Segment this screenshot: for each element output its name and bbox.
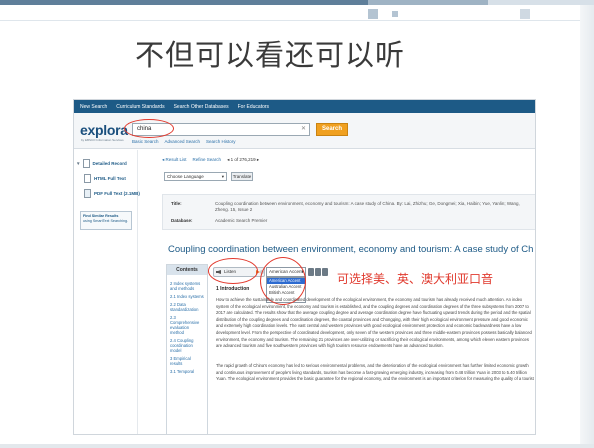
document-icon [82, 159, 90, 168]
translate-button[interactable]: Translate [231, 172, 253, 181]
detailed-record-label: Detailed Record [92, 161, 127, 166]
search-links: Basic Search Advanced Search Search Hist… [132, 139, 236, 144]
language-select[interactable]: Choose Language ▾ [164, 172, 227, 181]
slide-top-bar-mid [368, 0, 488, 5]
highlight-ellipse-listen [208, 258, 258, 284]
refine-search-link[interactable]: Refine Search [193, 157, 222, 163]
highlight-ellipse-search [124, 119, 174, 138]
database-label: Database: [171, 218, 193, 223]
pdf-icon [84, 189, 91, 198]
toc-item[interactable]: 2 Index systems and methods [167, 281, 207, 291]
pdf-full-text-label: PDF Full Text (2.1MB) [94, 191, 140, 196]
left-column: ▾ Detailed Record HTML Full Text PDF Ful… [74, 150, 140, 434]
nav-new-search[interactable]: New Search [80, 104, 107, 110]
download-icon[interactable] [315, 268, 321, 276]
toc-item[interactable]: 3.1 Temporal [167, 369, 207, 374]
intro-heading: 1 Introduction [216, 286, 250, 292]
toc-item[interactable]: 2.3 Comprehensive evaluation method [167, 315, 207, 335]
title-label: Title: [171, 201, 182, 206]
html-full-text-link[interactable]: HTML Full Text [84, 174, 126, 183]
body-paragraph-2: The rapid growth of China's economy has … [216, 363, 534, 384]
contents-panel: Contents 2 Index systems and methods 2.1… [166, 264, 208, 434]
slide-deco-square [392, 11, 398, 17]
result-list-link[interactable]: ◂ Result List [162, 157, 187, 163]
toc-item[interactable]: 2.2 Data standardization [167, 302, 207, 312]
audio-controls [308, 268, 328, 276]
explora-screenshot: New Search Curriculum Standards Search O… [73, 99, 536, 435]
result-list-label: Result List [165, 157, 187, 162]
result-count-label: 1 of 276,219 [230, 157, 256, 162]
body-paragraph-1: How to achieve the sustainable and coord… [216, 297, 532, 349]
database-value: Academic Search Premier [215, 218, 268, 223]
nav-search-other-databases[interactable]: Search Other Databases [174, 104, 229, 110]
title-value: Coupling coordination between environmen… [215, 201, 520, 212]
document-title: Coupling coordination between environmen… [168, 244, 534, 255]
search-history-link[interactable]: Search History [206, 139, 236, 144]
detailed-record-link[interactable]: ▾ Detailed Record [77, 159, 127, 168]
nav-for-educators[interactable]: For Educators [238, 104, 269, 110]
clear-icon[interactable]: ✕ [301, 124, 306, 135]
language-select-value: Choose Language [167, 174, 204, 179]
explora-logo[interactable]: explora [80, 122, 128, 138]
toc-item[interactable]: 3 Empirical results [167, 356, 207, 366]
slide-deco-square [368, 9, 378, 19]
nav-curriculum-standards[interactable]: Curriculum Standards [116, 104, 164, 110]
slide-deco-square [520, 9, 530, 19]
advanced-search-link[interactable]: Advanced Search [165, 139, 201, 144]
help-icon[interactable] [322, 268, 328, 276]
slide-deco-line [0, 20, 594, 21]
record-metadata: Title: Coupling coordination between env… [162, 194, 535, 230]
html-document-icon [84, 174, 91, 183]
chevron-down-icon: ▾ [77, 160, 80, 167]
slide-top-bar-dark [0, 0, 368, 5]
translate-row: Choose Language ▾ Translate [164, 172, 253, 181]
top-nav: New Search Curriculum Standards Search O… [74, 100, 535, 113]
slide-top-bar-light [488, 0, 594, 5]
contents-heading: Contents [167, 265, 207, 275]
slide-title: 不但可以看还可以听 [134, 38, 405, 72]
pdf-full-text-link[interactable]: PDF Full Text (2.1MB) [84, 189, 140, 198]
slide-bottom-bar [0, 444, 594, 448]
result-counter: ◂ 1 of 276,219 ▸ [227, 157, 260, 162]
chevron-down-icon: ▾ [221, 174, 224, 179]
search-button[interactable]: Search [316, 123, 348, 136]
settings-icon[interactable] [308, 268, 314, 276]
html-full-text-label: HTML Full Text [94, 176, 126, 181]
basic-search-link[interactable]: Basic Search [132, 139, 159, 144]
find-similar-box[interactable]: Find Similar Results using SmartText Sea… [80, 211, 132, 230]
results-bar: ◂ Result List Refine Search ◂ 1 of 276,2… [162, 157, 259, 163]
slide-right-shade [580, 5, 594, 448]
toc-item[interactable]: 2.4 Coupling coordination model [167, 338, 207, 353]
logo-subtitle: by EBSCO Information Services [81, 138, 124, 142]
accent-annotation: 可选择美、英、澳大利亚口音 [337, 272, 494, 286]
toc-item[interactable]: 2.1 Index systems [167, 294, 207, 299]
find-similar-subtitle: using SmartText Searching. [83, 219, 129, 223]
